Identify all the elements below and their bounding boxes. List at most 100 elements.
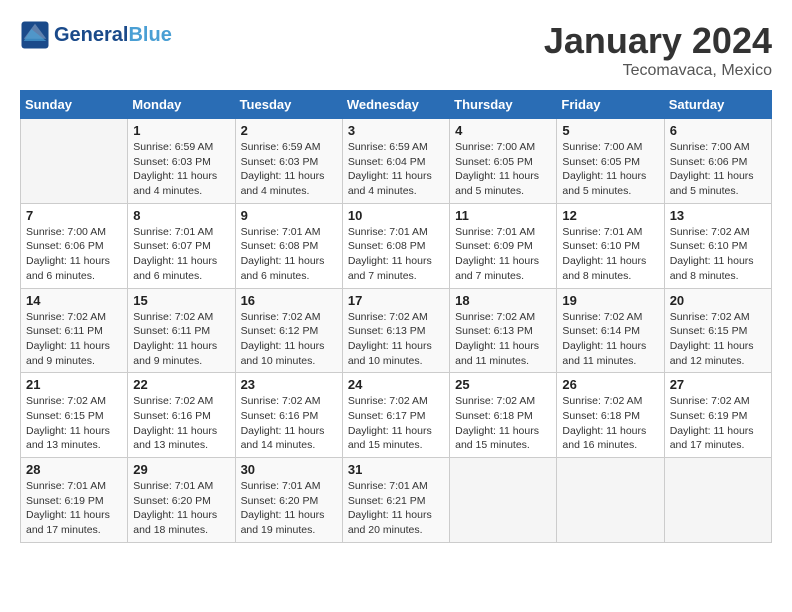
day-cell: 5 Sunrise: 7:00 AMSunset: 6:05 PMDaylight… [557,119,664,204]
day-number: 11 [455,208,551,223]
week-row-5: 28 Sunrise: 7:01 AMSunset: 6:19 PMDayligh… [21,458,772,543]
day-info: Sunrise: 7:00 AMSunset: 6:05 PMDaylight:… [562,140,658,199]
logo-text: GeneralBlue [54,24,172,47]
day-number: 25 [455,377,551,392]
day-number: 3 [348,123,444,138]
day-cell: 30 Sunrise: 7:01 AMSunset: 6:20 PMDayligh… [235,458,342,543]
day-cell: 15 Sunrise: 7:02 AMSunset: 6:11 PMDayligh… [128,288,235,373]
day-cell: 10 Sunrise: 7:01 AMSunset: 6:08 PMDayligh… [342,203,449,288]
day-cell: 2 Sunrise: 6:59 AMSunset: 6:03 PMDaylight… [235,119,342,204]
day-number: 27 [670,377,766,392]
day-info: Sunrise: 7:01 AMSunset: 6:19 PMDaylight:… [26,479,122,538]
day-number: 22 [133,377,229,392]
day-info: Sunrise: 7:02 AMSunset: 6:15 PMDaylight:… [670,310,766,369]
dow-cell-wednesday: Wednesday [342,91,449,119]
day-number: 29 [133,462,229,477]
day-info: Sunrise: 7:02 AMSunset: 6:13 PMDaylight:… [455,310,551,369]
day-cell: 17 Sunrise: 7:02 AMSunset: 6:13 PMDayligh… [342,288,449,373]
day-number: 26 [562,377,658,392]
logo: GeneralBlue [20,20,172,50]
day-info: Sunrise: 7:00 AMSunset: 6:05 PMDaylight:… [455,140,551,199]
day-cell: 20Sunrise: 7:02 AMSunset: 6:15 PMDayligh… [664,288,771,373]
day-cell: 23 Sunrise: 7:02 AMSunset: 6:16 PMDayligh… [235,373,342,458]
day-cell: 22 Sunrise: 7:02 AMSunset: 6:16 PMDayligh… [128,373,235,458]
day-info: Sunrise: 7:02 AMSunset: 6:16 PMDaylight:… [133,394,229,453]
calendar-table: SundayMondayTuesdayWednesdayThursdayFrid… [20,90,772,543]
day-info: Sunrise: 7:02 AMSunset: 6:13 PMDaylight:… [348,310,444,369]
day-number: 28 [26,462,122,477]
day-number: 13 [670,208,766,223]
day-info: Sunrise: 7:02 AMSunset: 6:18 PMDaylight:… [455,394,551,453]
day-number: 24 [348,377,444,392]
day-info: Sunrise: 7:00 AMSunset: 6:06 PMDaylight:… [670,140,766,199]
day-info: Sunrise: 7:01 AMSunset: 6:07 PMDaylight:… [133,225,229,284]
logo-icon [20,20,50,50]
calendar-subtitle: Tecomavaca, Mexico [544,62,772,80]
day-cell: 28 Sunrise: 7:01 AMSunset: 6:19 PMDayligh… [21,458,128,543]
day-info: Sunrise: 7:01 AMSunset: 6:20 PMDaylight:… [241,479,337,538]
day-info: Sunrise: 7:00 AMSunset: 6:06 PMDaylight:… [26,225,122,284]
dow-cell-sunday: Sunday [21,91,128,119]
day-info: Sunrise: 7:01 AMSunset: 6:21 PMDaylight:… [348,479,444,538]
day-info: Sunrise: 7:01 AMSunset: 6:08 PMDaylight:… [241,225,337,284]
day-cell: 24 Sunrise: 7:02 AMSunset: 6:17 PMDayligh… [342,373,449,458]
day-info: Sunrise: 7:02 AMSunset: 6:14 PMDaylight:… [562,310,658,369]
day-number: 5 [562,123,658,138]
day-cell: 13 Sunrise: 7:02 AMSunset: 6:10 PMDayligh… [664,203,771,288]
day-cell [450,458,557,543]
day-number: 1 [133,123,229,138]
day-info: Sunrise: 7:01 AMSunset: 6:09 PMDaylight:… [455,225,551,284]
day-number: 12 [562,208,658,223]
day-number: 21 [26,377,122,392]
dow-cell-saturday: Saturday [664,91,771,119]
day-cell: 14 Sunrise: 7:02 AMSunset: 6:11 PMDayligh… [21,288,128,373]
week-row-1: 1 Sunrise: 6:59 AMSunset: 6:03 PMDaylight… [21,119,772,204]
day-cell: 12 Sunrise: 7:01 AMSunset: 6:10 PMDayligh… [557,203,664,288]
day-info: Sunrise: 6:59 AMSunset: 6:03 PMDaylight:… [133,140,229,199]
week-row-4: 21Sunrise: 7:02 AMSunset: 6:15 PMDayligh… [21,373,772,458]
day-info: Sunrise: 7:02 AMSunset: 6:11 PMDaylight:… [26,310,122,369]
day-cell: 6 Sunrise: 7:00 AMSunset: 6:06 PMDaylight… [664,119,771,204]
page-header: GeneralBlue January 2024 Tecomavaca, Mex… [20,20,772,80]
day-cell: 1 Sunrise: 6:59 AMSunset: 6:03 PMDaylight… [128,119,235,204]
week-row-3: 14 Sunrise: 7:02 AMSunset: 6:11 PMDayligh… [21,288,772,373]
day-cell: 3 Sunrise: 6:59 AMSunset: 6:04 PMDaylight… [342,119,449,204]
day-info: Sunrise: 6:59 AMSunset: 6:04 PMDaylight:… [348,140,444,199]
dow-cell-friday: Friday [557,91,664,119]
dow-cell-thursday: Thursday [450,91,557,119]
day-number: 31 [348,462,444,477]
day-number: 10 [348,208,444,223]
day-info: Sunrise: 7:01 AMSunset: 6:08 PMDaylight:… [348,225,444,284]
day-cell: 25 Sunrise: 7:02 AMSunset: 6:18 PMDayligh… [450,373,557,458]
day-number: 6 [670,123,766,138]
week-row-2: 7 Sunrise: 7:00 AMSunset: 6:06 PMDaylight… [21,203,772,288]
day-info: Sunrise: 7:02 AMSunset: 6:11 PMDaylight:… [133,310,229,369]
day-number: 4 [455,123,551,138]
day-cell: 9 Sunrise: 7:01 AMSunset: 6:08 PMDaylight… [235,203,342,288]
day-cell: 29Sunrise: 7:01 AMSunset: 6:20 PMDayligh… [128,458,235,543]
day-number: 2 [241,123,337,138]
day-number: 30 [241,462,337,477]
day-cell: 8 Sunrise: 7:01 AMSunset: 6:07 PMDaylight… [128,203,235,288]
day-number: 8 [133,208,229,223]
calendar-title: January 2024 [544,20,772,62]
day-cell: 7 Sunrise: 7:00 AMSunset: 6:06 PMDaylight… [21,203,128,288]
dow-cell-monday: Monday [128,91,235,119]
day-cell: 18 Sunrise: 7:02 AMSunset: 6:13 PMDayligh… [450,288,557,373]
day-number: 9 [241,208,337,223]
day-number: 17 [348,293,444,308]
day-number: 15 [133,293,229,308]
day-number: 18 [455,293,551,308]
day-number: 14 [26,293,122,308]
day-info: Sunrise: 7:02 AMSunset: 6:17 PMDaylight:… [348,394,444,453]
day-info: Sunrise: 7:02 AMSunset: 6:19 PMDaylight:… [670,394,766,453]
day-cell: 26Sunrise: 7:02 AMSunset: 6:18 PMDayligh… [557,373,664,458]
day-info: Sunrise: 7:02 AMSunset: 6:10 PMDaylight:… [670,225,766,284]
day-info: Sunrise: 6:59 AMSunset: 6:03 PMDaylight:… [241,140,337,199]
day-number: 23 [241,377,337,392]
day-info: Sunrise: 7:02 AMSunset: 6:16 PMDaylight:… [241,394,337,453]
day-info: Sunrise: 7:01 AMSunset: 6:10 PMDaylight:… [562,225,658,284]
day-cell [557,458,664,543]
day-number: 7 [26,208,122,223]
day-cell: 21Sunrise: 7:02 AMSunset: 6:15 PMDayligh… [21,373,128,458]
